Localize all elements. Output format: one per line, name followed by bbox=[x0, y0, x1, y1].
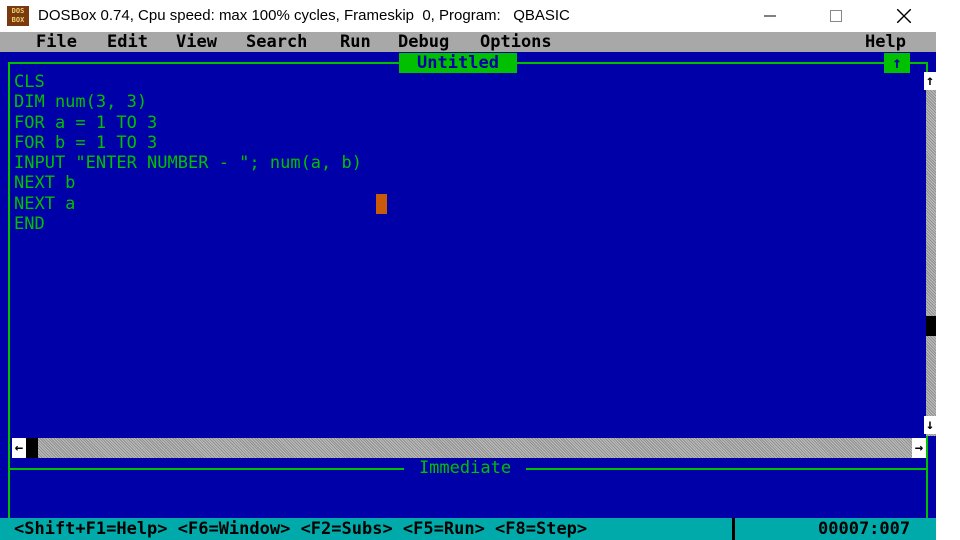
code-line: CLS bbox=[14, 72, 45, 92]
code-line: FOR b = 1 TO 3 bbox=[14, 132, 158, 153]
code-line: NEXT b bbox=[14, 173, 76, 194]
status-bar: <Shift+F1=Help> <F6=Window> <F2=Subs> <F… bbox=[0, 518, 936, 540]
code-line: DIM num(3, 3) bbox=[14, 92, 148, 113]
code-line: NEXT a bbox=[14, 193, 76, 214]
immediate-frame-top bbox=[8, 468, 404, 470]
horizontal-scroll-thumb[interactable] bbox=[26, 438, 38, 458]
minimize-icon bbox=[764, 15, 776, 17]
horizontal-scrollbar[interactable] bbox=[12, 438, 926, 458]
code-line: FOR a = 1 TO 3 bbox=[14, 112, 158, 133]
window-titlebar: DOS BOX DOSBox 0.74, Cpu speed: max 100% … bbox=[0, 0, 960, 32]
code-editor[interactable]: CLS DIM num(3, 3) FOR a = 1 TO 3 FOR b =… bbox=[14, 72, 914, 234]
menu-view[interactable]: View bbox=[176, 32, 217, 52]
close-icon bbox=[897, 9, 911, 23]
editor-frame-left bbox=[8, 62, 10, 472]
immediate-title: Immediate bbox=[418, 458, 512, 478]
cursor-position: 00007:007 bbox=[818, 519, 911, 539]
status-divider bbox=[732, 518, 735, 540]
vertical-scrollbar[interactable] bbox=[926, 74, 936, 436]
close-button[interactable] bbox=[882, 0, 926, 32]
maximize-icon bbox=[830, 10, 842, 22]
window-title: DOSBox 0.74, Cpu speed: max 100% cycles,… bbox=[38, 7, 570, 24]
menu-search[interactable]: Search bbox=[246, 32, 307, 52]
menu-debug[interactable]: Debug bbox=[398, 32, 449, 52]
immediate-frame-top bbox=[526, 468, 928, 470]
immediate-frame-right bbox=[926, 468, 928, 518]
text-cursor bbox=[376, 194, 387, 214]
menu-file[interactable]: File bbox=[36, 32, 77, 52]
maximize-button[interactable] bbox=[814, 0, 858, 32]
scroll-left-arrow-icon[interactable]: ← bbox=[12, 438, 26, 458]
vertical-scroll-thumb[interactable] bbox=[926, 316, 936, 336]
window-edge bbox=[936, 32, 960, 540]
code-line: INPUT "ENTER NUMBER - "; num(a, b) bbox=[14, 153, 362, 174]
status-shortcuts: <Shift+F1=Help> <F6=Window> <F2=Subs> <F… bbox=[14, 519, 588, 539]
editor-maximize-button[interactable]: ↑ bbox=[884, 53, 910, 73]
menu-run[interactable]: Run bbox=[340, 32, 371, 52]
editor-title: Untitled bbox=[399, 53, 517, 73]
dosbox-app-icon: DOS BOX bbox=[7, 6, 29, 26]
qbasic-screen: File Edit View Search Run Debug Options … bbox=[0, 32, 936, 540]
menu-edit[interactable]: Edit bbox=[107, 32, 148, 52]
immediate-frame-left bbox=[8, 468, 10, 518]
menu-options[interactable]: Options bbox=[480, 32, 552, 52]
scroll-right-arrow-icon[interactable]: → bbox=[912, 438, 926, 458]
code-line: END bbox=[14, 214, 45, 235]
menu-help[interactable]: Help bbox=[865, 32, 906, 52]
menu-bar: File Edit View Search Run Debug Options … bbox=[0, 32, 936, 52]
scroll-down-arrow-icon[interactable]: ↓ bbox=[924, 416, 936, 434]
scroll-up-arrow-icon[interactable]: ↑ bbox=[924, 72, 936, 90]
minimize-button[interactable] bbox=[748, 0, 792, 32]
